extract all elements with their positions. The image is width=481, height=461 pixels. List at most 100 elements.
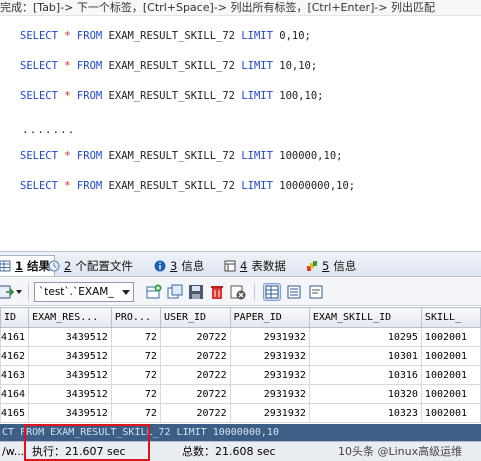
- table-cell[interactable]: 3439512: [28, 365, 112, 385]
- table-cell[interactable]: 72: [110, 327, 161, 347]
- table-cell[interactable]: 10316: [308, 365, 422, 385]
- column-header[interactable]: ID: [0, 307, 30, 328]
- column-header[interactable]: PRO...: [110, 307, 161, 328]
- table-row[interactable]: 4165 3439512 72 20722 2931932 10323 1002001: [0, 403, 481, 423]
- table-cell[interactable]: 10295: [308, 327, 422, 347]
- ellipsis: .......: [22, 123, 76, 136]
- table-cell[interactable]: 20722: [159, 327, 231, 347]
- table-cell[interactable]: 2931932: [229, 365, 310, 385]
- keyword: FROM: [76, 150, 103, 162]
- table-cell[interactable]: 10320: [308, 384, 422, 404]
- watermark: 10头条 @Linux高级运维: [338, 445, 463, 458]
- save-icon[interactable]: [188, 284, 204, 300]
- keyword: FROM: [76, 60, 103, 72]
- table-row[interactable]: 4161 3439512 72 20722 2931932 10295 1002001: [0, 327, 481, 347]
- table-cell[interactable]: 2931932: [229, 346, 310, 366]
- table-cell[interactable]: 10301: [308, 346, 422, 366]
- form-view-icon[interactable]: [286, 284, 302, 300]
- table-cell[interactable]: 3439512: [28, 403, 112, 423]
- table-cell[interactable]: 20722: [159, 346, 231, 366]
- table-cell[interactable]: 4161: [0, 327, 30, 347]
- header-row: ID EXAM_RES... PRO... USER_ID PAPER_ID E…: [0, 307, 481, 328]
- table-cell[interactable]: 2931932: [229, 403, 310, 423]
- keyword: FROM: [76, 90, 103, 102]
- sql-line[interactable]: SELECT * FROM EXAM_RESULT_SKILL_72 LIMIT…: [20, 60, 317, 72]
- table-cell[interactable]: 4163: [0, 365, 30, 385]
- tab-info-2[interactable]: 5 信息: [306, 255, 356, 276]
- grid-view-icon[interactable]: [263, 283, 281, 301]
- tab-results[interactable]: 1 结果: [0, 255, 56, 276]
- table-cell[interactable]: 4165: [0, 403, 30, 423]
- table-row[interactable]: 4162 3439512 72 20722 2931932 10301 1002001: [0, 346, 481, 366]
- profile-icon: [48, 260, 60, 271]
- keyword: LIMIT: [241, 150, 273, 162]
- table-cell[interactable]: 72: [110, 365, 161, 385]
- operator: *: [64, 30, 71, 42]
- table-name: EXAM_RESULT_SKILL_72: [108, 180, 235, 192]
- status-left: /w...: [2, 445, 25, 458]
- table-cell[interactable]: 2931932: [229, 384, 310, 404]
- tab-profiles[interactable]: 2 个配置文件: [48, 255, 133, 276]
- table-cell[interactable]: 2931932: [229, 327, 310, 347]
- table-cell[interactable]: 4164: [0, 384, 30, 404]
- keyword: SELECT: [20, 150, 58, 162]
- sql-line[interactable]: SELECT * FROM EXAM_RESULT_SKILL_72 LIMIT…: [20, 180, 355, 192]
- delete-icon[interactable]: [209, 284, 225, 300]
- duplicate-row-icon[interactable]: [167, 284, 183, 300]
- hint-bar: 完成：[Tab]-> 下一个标签，[Ctrl+Space]-> 列出所有标签，[…: [0, 0, 481, 16]
- sql-line[interactable]: SELECT * FROM EXAM_RESULT_SKILL_72 LIMIT…: [20, 150, 342, 162]
- keyword: LIMIT: [241, 90, 273, 102]
- table-cell[interactable]: 1002001: [420, 327, 481, 347]
- keyword: LIMIT: [241, 180, 273, 192]
- table-cell[interactable]: 72: [110, 346, 161, 366]
- total-time: 总数：21.608 sec: [182, 445, 276, 458]
- table-row[interactable]: 4164 3439512 72 20722 2931932 10320 1002001: [0, 384, 481, 404]
- table-selector[interactable]: `test`.`EXAM_: [34, 282, 134, 302]
- table-cell[interactable]: 1002001: [420, 403, 481, 423]
- table-cell[interactable]: 3439512: [28, 384, 112, 404]
- table-cell[interactable]: 10323: [308, 403, 422, 423]
- table-cell[interactable]: 20722: [159, 365, 231, 385]
- keyword: LIMIT: [241, 30, 273, 42]
- column-header[interactable]: PAPER_ID: [229, 307, 310, 328]
- text-view-icon[interactable]: [308, 284, 324, 300]
- table-cell[interactable]: 3439512: [28, 346, 112, 366]
- column-header[interactable]: SKILL_: [420, 307, 481, 328]
- keyword: LIMIT: [241, 60, 273, 72]
- tab-info[interactable]: 3 信息: [154, 255, 204, 276]
- table-cell[interactable]: 1002001: [420, 365, 481, 385]
- table-name: EXAM_RESULT_SKILL_72: [108, 90, 235, 102]
- table-row[interactable]: 4163 3439512 72 20722 2931932 10316 1002001: [0, 365, 481, 385]
- limit-args: 10,10;: [279, 60, 318, 72]
- column-header[interactable]: EXAM_SKILL_ID: [308, 307, 422, 328]
- table-cell[interactable]: 72: [110, 403, 161, 423]
- limit-args: 10000000,10;: [279, 180, 356, 192]
- export-icon[interactable]: [0, 284, 14, 300]
- column-header[interactable]: EXAM_RES...: [28, 307, 112, 328]
- sql-line[interactable]: SELECT * FROM EXAM_RESULT_SKILL_72 LIMIT…: [20, 90, 324, 102]
- insert-row-icon[interactable]: [146, 284, 162, 300]
- table-cell[interactable]: 1002001: [420, 384, 481, 404]
- sql-line[interactable]: SELECT * FROM EXAM_RESULT_SKILL_72 LIMIT…: [20, 30, 311, 42]
- tab-info-num: 3: [170, 258, 178, 273]
- results-grid[interactable]: ID EXAM_RES... PRO... USER_ID PAPER_ID E…: [0, 307, 481, 423]
- export-dropdown-arrow-icon[interactable]: [16, 290, 22, 294]
- table-cell[interactable]: 1002001: [420, 346, 481, 366]
- table-cell[interactable]: 20722: [159, 384, 231, 404]
- tab-profiles-num: 2: [64, 258, 72, 273]
- table-cell[interactable]: 20722: [159, 403, 231, 423]
- limit-args: 100000,10;: [279, 150, 343, 162]
- table-cell[interactable]: 3439512: [28, 327, 112, 347]
- keyword: SELECT: [20, 60, 58, 72]
- table-cell[interactable]: 72: [110, 384, 161, 404]
- cancel-changes-icon[interactable]: [230, 284, 246, 300]
- hint-text: 完成：[Tab]-> 下一个标签，[Ctrl+Space]-> 列出所有标签，[…: [0, 1, 436, 14]
- operator: *: [64, 150, 71, 162]
- keyword: FROM: [76, 30, 103, 42]
- chevron-down-icon: [122, 290, 130, 295]
- column-header[interactable]: USER_ID: [159, 307, 231, 328]
- sql-editor[interactable]: SELECT * FROM EXAM_RESULT_SKILL_72 LIMIT…: [0, 16, 481, 248]
- tab-table-data[interactable]: 4 表数据: [224, 255, 286, 276]
- keyword: FROM: [76, 180, 103, 192]
- table-cell[interactable]: 4162: [0, 346, 30, 366]
